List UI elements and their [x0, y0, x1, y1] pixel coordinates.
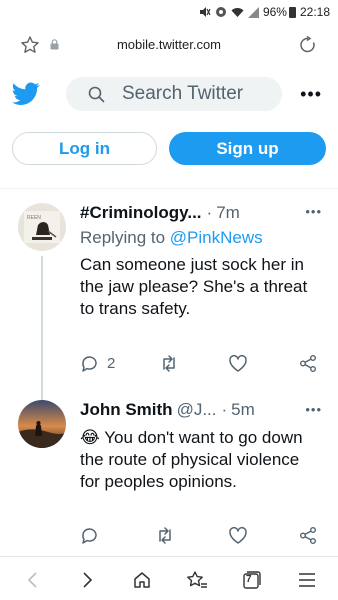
author-name[interactable]: #Criminology... [80, 203, 202, 223]
tabs-button[interactable]: 7 [241, 569, 263, 591]
retweet-button[interactable] [159, 354, 179, 373]
heart-icon [229, 355, 247, 372]
tweet-2[interactable]: John Smith @J... · 5m ••• 😂 You don't wa… [0, 398, 338, 556]
retweet-icon [159, 527, 171, 544]
menu-button[interactable] [296, 569, 318, 591]
tweet-header: #Criminology... · 7m [80, 203, 326, 223]
url-field[interactable]: mobile.twitter.com [0, 37, 338, 52]
bookmarks-star-icon [187, 571, 207, 588]
replying-to: Replying to @PinkNews [80, 228, 263, 248]
heart-icon [229, 527, 247, 544]
share-icon [300, 355, 316, 372]
like-button[interactable] [228, 354, 248, 373]
mute-icon [199, 7, 211, 17]
tweet-text: Can someone just sock her in the jaw ple… [80, 255, 308, 318]
tweet-more-icon[interactable]: ••• [305, 204, 322, 219]
tweet-more-icon[interactable]: ••• [305, 402, 322, 417]
search-icon [88, 86, 105, 103]
reply-count: 2 [107, 355, 116, 372]
browser-url-bar: mobile.twitter.com [0, 26, 338, 66]
forward-button[interactable] [77, 569, 99, 591]
auth-buttons: Log in Sign up [0, 132, 338, 166]
chevron-left-icon [27, 572, 37, 588]
tweet-actions: 2 [80, 354, 326, 376]
tabs-icon [243, 571, 261, 589]
reply-icon [82, 356, 97, 372]
home-icon [134, 572, 150, 588]
twitter-header: ••• [0, 72, 338, 118]
thread-line [41, 256, 43, 400]
search-input[interactable] [122, 83, 272, 105]
tab-count: 7 [246, 574, 252, 585]
timestamp[interactable]: 7m [216, 203, 240, 223]
tweet-text: 😂 You don't want to go down the route of… [80, 428, 303, 491]
signal-icon [247, 6, 259, 18]
browser-bottom-bar: 7 [0, 556, 338, 600]
avatar[interactable] [18, 400, 66, 448]
status-bar: 96% 22:18 [0, 0, 338, 24]
chevron-right-icon [83, 572, 93, 588]
share-icon [300, 527, 316, 544]
signup-button[interactable]: Sign up [169, 132, 326, 165]
replying-to-handle[interactable]: @PinkNews [170, 228, 263, 247]
reload-icon[interactable] [298, 35, 318, 55]
like-button[interactable] [228, 526, 248, 545]
notification-icon [215, 7, 226, 17]
divider [0, 188, 338, 189]
search-bar[interactable] [66, 77, 282, 111]
author-handle[interactable]: @J... [177, 400, 217, 420]
reply-button[interactable] [80, 526, 99, 545]
tweet-actions [80, 526, 326, 548]
avatar[interactable]: REEN [18, 203, 66, 251]
login-button[interactable]: Log in [12, 132, 157, 165]
timestamp[interactable]: 5m [231, 400, 255, 420]
reply-icon [82, 528, 97, 544]
svg-text:REEN: REEN [27, 215, 41, 221]
share-button[interactable] [299, 354, 318, 373]
hamburger-menu-icon [299, 573, 315, 587]
wifi-icon [231, 7, 244, 17]
tweet-1[interactable]: REEN #Criminology... · 7m ••• Replying t… [0, 200, 338, 400]
separator-dot: · [206, 203, 213, 222]
tweet-header: John Smith @J... · 5m [80, 400, 326, 420]
replying-to-label: Replying to [80, 228, 166, 247]
clock: 22:18 [299, 5, 330, 19]
reply-button[interactable]: 2 [80, 354, 115, 373]
back-button[interactable] [21, 569, 43, 591]
battery-icon [288, 6, 296, 18]
retweet-button[interactable] [155, 526, 175, 545]
bookmarks-button[interactable] [186, 569, 208, 591]
author-name[interactable]: John Smith [80, 400, 173, 420]
separator-dot: · [221, 400, 228, 419]
retweet-icon [163, 355, 175, 372]
battery-percentage: 96% [262, 5, 287, 19]
status-icons [199, 6, 259, 18]
share-button[interactable] [299, 526, 318, 545]
more-options-icon[interactable]: ••• [300, 84, 322, 105]
home-button[interactable] [131, 569, 153, 591]
twitter-logo-icon[interactable] [12, 82, 40, 106]
